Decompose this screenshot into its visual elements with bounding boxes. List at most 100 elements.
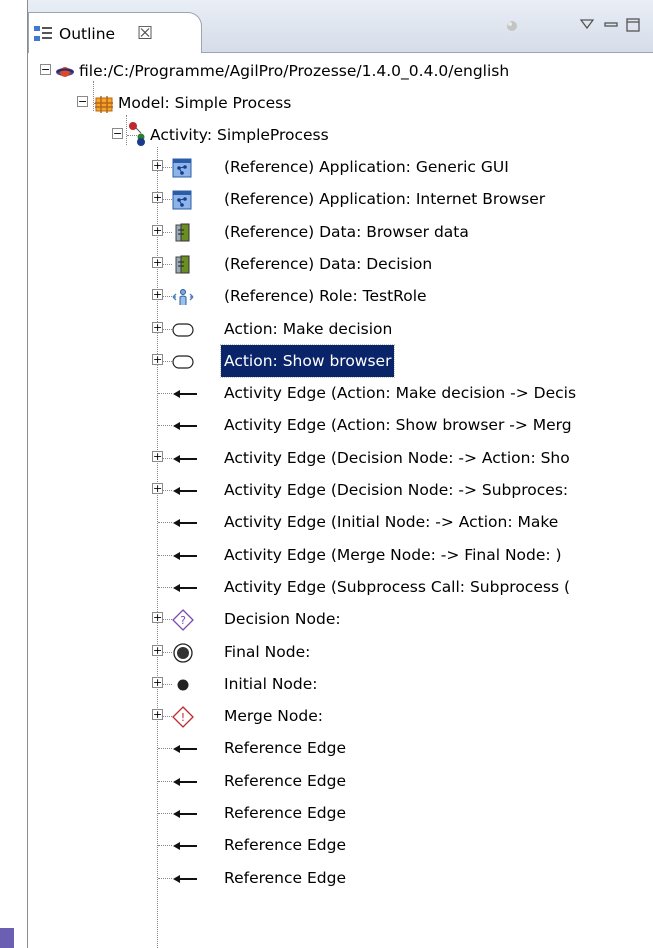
edge-arrow-icon — [172, 480, 197, 500]
expand-toggle[interactable]: + — [152, 483, 163, 494]
expand-toggle[interactable]: + — [152, 289, 163, 301]
outline-tree: − file:/C:/Programme/AgilPro/Prozesse/1.… — [28, 53, 653, 948]
tree-row-root[interactable]: − file:/C:/Programme/AgilPro/Prozesse/1.… — [28, 55, 653, 87]
tree-item-label: Action: Make decision — [224, 319, 393, 338]
collapse-toggle[interactable]: − — [112, 128, 123, 139]
edge-arrow-icon — [172, 448, 197, 468]
tree-row[interactable]: +! Merge Node: — [28, 700, 653, 732]
close-icon[interactable]: ☒ — [137, 23, 153, 44]
tree-row[interactable]: + (Reference) Data: Decision — [28, 248, 653, 280]
tree-row-model[interactable]: − Model: Simple Process — [28, 87, 653, 119]
tree-item-label: Final Node: — [224, 642, 311, 661]
tree-row[interactable]: Activity Edge (Subprocess Call: Subproce… — [28, 571, 653, 603]
tree-item-label: (Reference) Role: TestRole — [224, 287, 427, 306]
maximize-icon[interactable] — [626, 18, 640, 36]
tree-row[interactable]: + Initial Node: — [28, 668, 653, 700]
tree-line — [158, 425, 172, 427]
tree-row[interactable]: + (Reference) Data: Browser data — [28, 216, 653, 248]
tree-row[interactable]: Activity Edge (Merge Node: -> Final Node… — [28, 539, 653, 571]
expand-toggle[interactable]: + — [152, 709, 163, 721]
file-icon — [55, 61, 75, 81]
initial-node-icon — [172, 674, 192, 694]
svg-text:!: ! — [181, 711, 185, 724]
left-editor-area — [0, 0, 27, 948]
tree-item-label: Activity Edge (Initial Node: -> Action: … — [224, 513, 559, 532]
tree-row[interactable]: Reference Edge — [28, 765, 653, 797]
tree-row[interactable]: + Final Node: — [28, 636, 653, 668]
application-icon — [172, 189, 192, 210]
tree-line — [158, 845, 172, 847]
tree-row-activity[interactable]: − Activity: SimpleProcess — [28, 119, 653, 151]
edge-arrow-icon — [172, 868, 197, 888]
edge-arrow-icon — [172, 577, 197, 597]
tree-item-label: Activity Edge (Action: Make decision -> … — [224, 384, 577, 403]
application-icon — [172, 157, 192, 178]
edge-arrow-icon — [172, 415, 197, 435]
edge-arrow-icon — [172, 512, 197, 532]
expand-toggle[interactable]: + — [152, 224, 163, 236]
view-menu-icon[interactable] — [579, 18, 595, 36]
expand-toggle[interactable]: + — [152, 321, 163, 333]
tree-line — [158, 813, 172, 814]
tree-item-label: Reference Edge — [224, 771, 346, 790]
view-toolbar — [494, 18, 653, 42]
tree-item-label: Activity Edge (Subprocess Call: Subproce… — [224, 577, 570, 596]
tree-item-label: Merge Node: — [224, 707, 323, 726]
outline-icon — [33, 25, 53, 43]
tree-row[interactable]: + Action: Show browser — [28, 343, 653, 378]
left-accent-strip — [0, 928, 14, 948]
tree-item-label: (Reference) Data: Decision — [224, 254, 433, 273]
tree-item-label: (Reference) Application: Generic GUI — [224, 158, 509, 176]
tree-row[interactable]: + Activity Edge (Decision Node: -> Action… — [28, 442, 653, 474]
activity-icon — [128, 121, 148, 146]
tree-item-label: Activity Edge (Action: Show browser -> M… — [224, 416, 572, 435]
tree-row[interactable]: Activity Edge (Action: Show browser -> M… — [28, 409, 653, 441]
tree-row[interactable]: + Activity Edge (Decision Node: -> Subpro… — [28, 474, 653, 506]
expand-toggle[interactable]: + — [152, 450, 163, 462]
outline-view: Outline ☒ − file:/C:/Programme/AgilPro/P… — [27, 0, 653, 948]
tree-row[interactable]: Activity Edge (Action: Make decision -> … — [28, 377, 653, 409]
tree-item-label: (Reference) Application: Internet Browse… — [224, 190, 546, 209]
tree-row[interactable]: + (Reference) Role: TestRole — [28, 280, 653, 312]
expand-toggle[interactable]: + — [152, 612, 163, 624]
tree-row[interactable]: Reference Edge — [28, 732, 653, 764]
tree-row[interactable]: Reference Edge — [28, 797, 653, 829]
tree-row[interactable]: + (Reference) Application: Internet Brows… — [28, 183, 653, 215]
tree-row[interactable]: Reference Edge — [28, 862, 653, 894]
expand-toggle[interactable]: + — [152, 160, 163, 171]
minimize-icon[interactable] — [604, 18, 618, 36]
tab-outline[interactable]: Outline ☒ — [28, 12, 202, 53]
tree-item-label: Action: Show browser — [219, 343, 396, 378]
tab-label: Outline — [59, 25, 116, 43]
action-icon — [172, 351, 194, 371]
sync-icon[interactable] — [504, 18, 520, 38]
expand-toggle[interactable]: + — [152, 256, 163, 268]
collapse-toggle[interactable]: − — [77, 96, 88, 107]
tree-item-label: Reference Edge — [224, 836, 346, 855]
tree-line — [158, 748, 172, 750]
tree-row[interactable]: +? Decision Node: — [28, 603, 653, 635]
expand-toggle[interactable]: + — [152, 676, 163, 688]
view-header: Outline ☒ — [28, 0, 653, 53]
merge-node-icon: ! — [172, 706, 194, 729]
decision-node-icon: ? — [172, 609, 194, 632]
edge-arrow-icon — [172, 803, 197, 823]
data-icon — [172, 222, 192, 242]
action-icon — [172, 319, 194, 339]
tree-row[interactable]: Activity Edge (Initial Node: -> Action: … — [28, 506, 653, 538]
tree-item-label: Reference Edge — [224, 868, 346, 887]
tree-item-label: Decision Node: — [224, 610, 341, 629]
expand-toggle[interactable]: + — [152, 353, 163, 365]
tree-item-label: Activity Edge (Decision Node: -> Action:… — [224, 448, 570, 467]
tree-item-label: Activity Edge (Merge Node: -> Final Node… — [224, 545, 562, 564]
tree-line — [158, 522, 172, 524]
tree-row[interactable]: Reference Edge — [28, 829, 653, 861]
tree-row[interactable]: + Action: Make decision — [28, 313, 653, 345]
tree-item-label: Activity Edge (Decision Node: -> Subproc… — [224, 481, 569, 499]
tree-label-model: Model: Simple Process — [118, 94, 292, 112]
expand-toggle[interactable]: + — [152, 644, 163, 656]
expand-toggle[interactable]: + — [152, 192, 163, 204]
tree-row[interactable]: + (Reference) Application: Generic GUI — [28, 151, 653, 183]
tree-line — [158, 877, 172, 879]
collapse-toggle[interactable]: − — [40, 64, 51, 75]
